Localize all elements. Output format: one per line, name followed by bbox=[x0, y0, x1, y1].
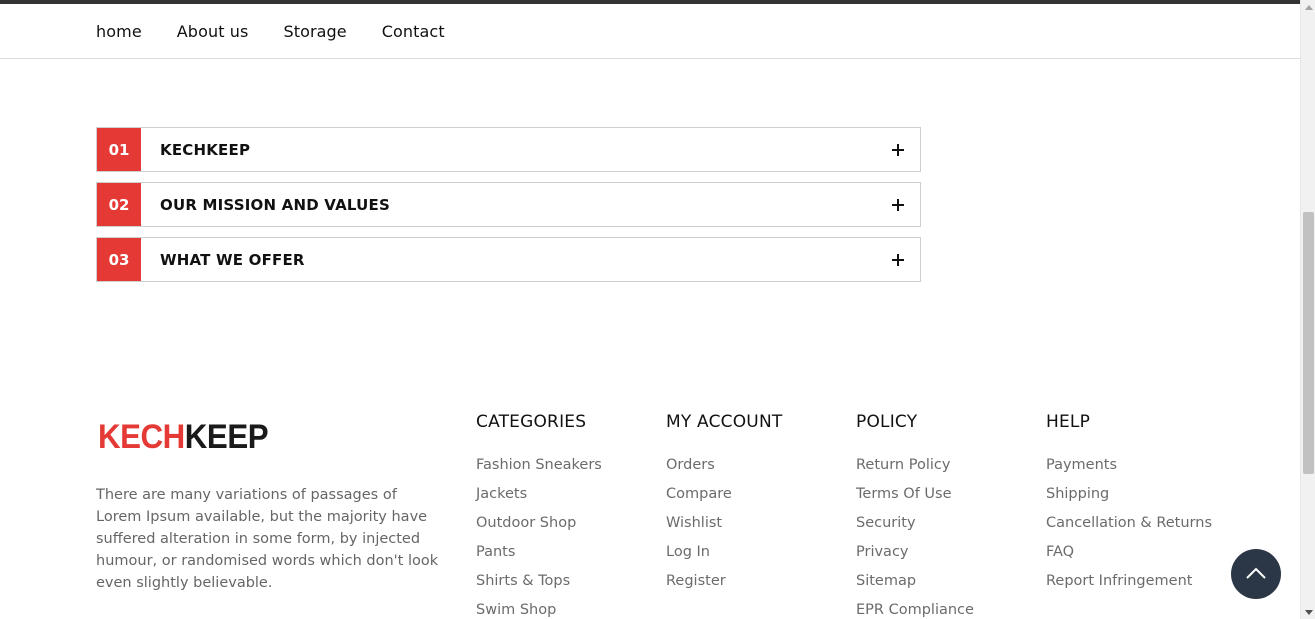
nav-item-home[interactable]: home bbox=[96, 22, 142, 41]
footer-link[interactable]: Outdoor Shop bbox=[476, 513, 602, 542]
plus-icon[interactable] bbox=[876, 183, 920, 226]
logo-text-dark: KEEP bbox=[184, 418, 269, 456]
footer-link[interactable]: Sitemap bbox=[856, 571, 974, 600]
footer-link[interactable]: Log In bbox=[666, 542, 782, 571]
accordion-number: 01 bbox=[97, 128, 141, 171]
footer-link[interactable]: Fashion Sneakers bbox=[476, 455, 602, 484]
nav-menu: home About us Storage Contact bbox=[96, 4, 480, 58]
accordion-title: WHAT WE OFFER bbox=[160, 250, 305, 269]
footer-column-title: CATEGORIES bbox=[476, 412, 587, 432]
footer-link[interactable]: Return Policy bbox=[856, 455, 974, 484]
footer-column-categories: CATEGORIES Fashion Sneakers Jackets Outd… bbox=[476, 412, 602, 619]
footer-link[interactable]: EPR Compliance bbox=[856, 600, 974, 619]
scroll-up-arrow-icon[interactable] bbox=[1301, 0, 1315, 14]
site-footer: KECHKEEP There are many variations of pa… bbox=[0, 400, 1300, 619]
footer-column-policy: POLICY Return Policy Terms Of Use Securi… bbox=[856, 412, 974, 619]
footer-link[interactable]: Compare bbox=[666, 484, 782, 513]
plus-icon[interactable] bbox=[876, 238, 920, 281]
footer-link[interactable]: Shirts & Tops bbox=[476, 571, 602, 600]
footer-column-title: HELP bbox=[1046, 412, 1091, 432]
chevron-up-icon bbox=[1245, 565, 1267, 584]
nav-item-storage[interactable]: Storage bbox=[283, 22, 346, 41]
footer-link[interactable]: Swim Shop bbox=[476, 600, 602, 619]
footer-link[interactable]: Pants bbox=[476, 542, 602, 571]
main-navbar: home About us Storage Contact bbox=[0, 4, 1300, 59]
footer-link[interactable]: Privacy bbox=[856, 542, 974, 571]
accordion-title: OUR MISSION AND VALUES bbox=[160, 195, 390, 214]
nav-item-contact[interactable]: Contact bbox=[382, 22, 445, 41]
plus-icon[interactable] bbox=[876, 128, 920, 171]
footer-link[interactable]: Wishlist bbox=[666, 513, 782, 542]
footer-link[interactable]: Security bbox=[856, 513, 974, 542]
scrollbar-thumb[interactable] bbox=[1303, 212, 1314, 474]
footer-column-title: MY ACCOUNT bbox=[666, 412, 783, 432]
footer-column-help: HELP Payments Shipping Cancellation & Re… bbox=[1046, 412, 1212, 600]
footer-logo[interactable]: KECHKEEP bbox=[98, 418, 269, 457]
back-to-top-button[interactable] bbox=[1231, 549, 1281, 599]
footer-link[interactable]: Report Infringement bbox=[1046, 571, 1212, 600]
footer-link[interactable]: FAQ bbox=[1046, 542, 1212, 571]
footer-link[interactable]: Payments bbox=[1046, 455, 1212, 484]
logo-text-red: KECH bbox=[98, 418, 185, 456]
accordion: 01 KECHKEEP 02 OUR MISSION AND VALUES 03… bbox=[96, 127, 921, 292]
nav-item-about-us[interactable]: About us bbox=[177, 22, 249, 41]
accordion-number: 03 bbox=[97, 238, 141, 281]
footer-link[interactable]: Orders bbox=[666, 455, 782, 484]
accordion-number: 02 bbox=[97, 183, 141, 226]
accordion-item-offer[interactable]: 03 WHAT WE OFFER bbox=[96, 237, 921, 282]
accordion-item-mission[interactable]: 02 OUR MISSION AND VALUES bbox=[96, 182, 921, 227]
page-scrollbar[interactable] bbox=[1300, 0, 1315, 619]
footer-link[interactable]: Jackets bbox=[476, 484, 602, 513]
accordion-title: KECHKEEP bbox=[160, 140, 251, 159]
footer-link[interactable]: Shipping bbox=[1046, 484, 1212, 513]
scroll-down-arrow-icon[interactable] bbox=[1301, 605, 1315, 619]
footer-link[interactable]: Cancellation & Returns bbox=[1046, 513, 1212, 542]
footer-column-my-account: MY ACCOUNT Orders Compare Wishlist Log I… bbox=[666, 412, 782, 600]
footer-link[interactable]: Register bbox=[666, 571, 782, 600]
footer-column-title: POLICY bbox=[856, 412, 918, 432]
footer-about-text: There are many variations of passages of… bbox=[96, 487, 439, 591]
accordion-item-kechkeep[interactable]: 01 KECHKEEP bbox=[96, 127, 921, 172]
footer-link[interactable]: Terms Of Use bbox=[856, 484, 974, 513]
